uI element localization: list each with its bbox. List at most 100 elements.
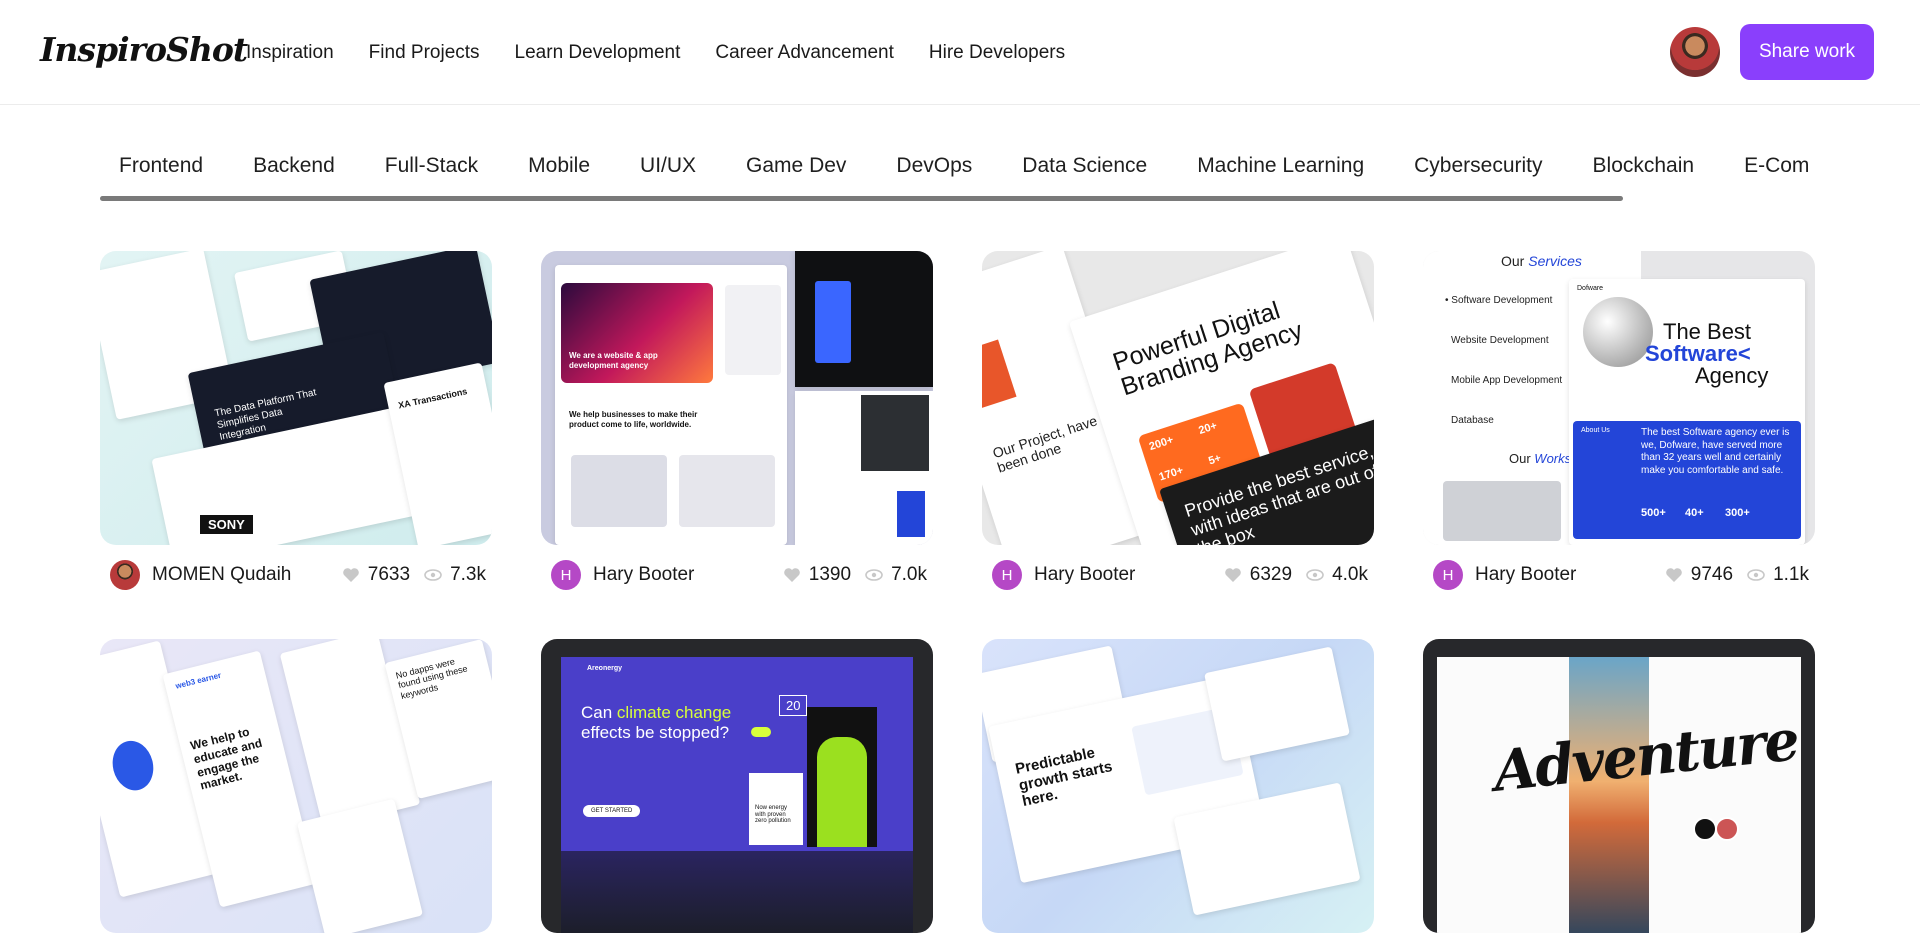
category-scrollbar[interactable] <box>100 196 1623 201</box>
eye-icon <box>1747 569 1765 581</box>
category-devops[interactable]: DevOps <box>896 150 972 178</box>
shot-thumbnail[interactable]: Predictable growth starts here. <box>982 639 1374 933</box>
shot-card[interactable]: Our Project, have been done Powerful Dig… <box>982 251 1374 590</box>
preview-image <box>1583 297 1653 367</box>
thumb-headline: We help to educate and engage the market… <box>188 724 264 793</box>
author-name[interactable]: Hary Booter <box>1475 564 1651 586</box>
category-data-science[interactable]: Data Science <box>1022 150 1147 178</box>
stat-value: 170+ <box>1157 464 1185 484</box>
likes-stat[interactable]: 9746 <box>1665 564 1733 586</box>
views-stat: 7.0k <box>865 564 927 586</box>
thumb-right-text: No dapps were found using these keywords <box>394 656 469 701</box>
works-heading: Our Works <box>1509 451 1572 466</box>
thumb-headline-2: Software< <box>1645 341 1751 366</box>
menu-item: • Software Development <box>1445 295 1553 306</box>
shot-thumbnail[interactable]: We are a website & app development agenc… <box>541 251 933 545</box>
menu-item: Database <box>1451 415 1494 426</box>
heart-icon <box>783 568 800 582</box>
views-stat: 4.0k <box>1306 564 1368 586</box>
thumb-brand: Areonergy <box>587 665 623 672</box>
shot-card[interactable]: Adventure <box>1423 639 1815 933</box>
top-header: InspiroShot Inspiration Find Projects Le… <box>0 0 1920 105</box>
author-name[interactable]: Hary Booter <box>593 564 769 586</box>
about-text: The best Software agency ever is we, Dof… <box>1641 427 1790 476</box>
likes-count: 9746 <box>1690 564 1734 585</box>
author-avatar[interactable]: H <box>1433 560 1463 590</box>
nav-inspiration[interactable]: Inspiration <box>246 42 334 64</box>
views-count: 4.0k <box>1332 564 1368 585</box>
preview-panel <box>795 391 933 545</box>
views-count: 7.3k <box>450 564 486 585</box>
user-avatar[interactable] <box>1670 27 1720 77</box>
get-started-button: GET STARTED <box>583 805 641 817</box>
category-mobile[interactable]: Mobile <box>528 150 590 178</box>
person-figure <box>817 737 867 847</box>
main-nav: Inspiration Find Projects Learn Developm… <box>246 42 1100 64</box>
shot-meta: H Hary Booter 6329 4.0k <box>992 559 1368 591</box>
nav-find-projects[interactable]: Find Projects <box>369 42 480 64</box>
nav-career-advancement[interactable]: Career Advancement <box>715 42 894 64</box>
author-avatar[interactable]: H <box>992 560 1022 590</box>
nav-hire-developers[interactable]: Hire Developers <box>929 42 1065 64</box>
nav-learn-development[interactable]: Learn Development <box>515 42 681 64</box>
category-blockchain[interactable]: Blockchain <box>1593 150 1695 178</box>
category-backend[interactable]: Backend <box>253 150 335 178</box>
thumb-headline-3: Agency <box>1695 363 1769 388</box>
category-e-com[interactable]: E-Com <box>1744 150 1809 178</box>
logo[interactable]: InspiroShot <box>40 30 248 69</box>
info-card: Now energy with proven zero pollution <box>749 773 803 845</box>
shot-card[interactable]: The Data Platform That Simplifies Data I… <box>100 251 492 590</box>
category-frontend[interactable]: Frontend <box>119 150 203 178</box>
likes-count: 1390 <box>808 564 852 585</box>
menu-item: Mobile App Development <box>1451 375 1563 386</box>
category-cybersecurity[interactable]: Cybersecurity <box>1414 150 1542 178</box>
thumb-headline: We are a website & app development agenc… <box>569 351 658 370</box>
preview-panel <box>571 455 667 527</box>
thumb-headline: Can climate change effects be stopped? <box>581 703 732 742</box>
author-name[interactable]: MOMEN Qudaih <box>152 564 328 586</box>
category-machine-learning[interactable]: Machine Learning <box>1197 150 1364 178</box>
shot-card[interactable]: Predictable growth starts here. <box>982 639 1374 933</box>
shot-card[interactable]: Our Services • Software Development Webs… <box>1423 251 1815 590</box>
shot-thumbnail[interactable]: Areonergy Can climate change effects be … <box>541 639 933 933</box>
shot-thumbnail[interactable]: web3 earner We help to educate and engag… <box>100 639 492 933</box>
shot-thumbnail[interactable]: Our Project, have been done Powerful Dig… <box>982 251 1374 545</box>
preview-panel <box>815 281 851 363</box>
hero-section: Adventure <box>1437 657 1801 933</box>
shot-card[interactable]: We are a website & app development agenc… <box>541 251 933 590</box>
stat-value: 40+ <box>1685 507 1704 519</box>
preview-panel: We are a website & app development agenc… <box>555 265 787 545</box>
share-work-button[interactable]: Share work <box>1740 24 1874 80</box>
shot-thumbnail[interactable]: The Data Platform That Simplifies Data I… <box>100 251 492 545</box>
thumb-subheadline: We help businesses to make their product… <box>569 410 698 429</box>
preview-panel <box>725 285 781 375</box>
stat-value: 20+ <box>1197 419 1219 438</box>
likes-stat[interactable]: 6329 <box>1224 564 1292 586</box>
illustration <box>107 736 159 795</box>
likes-stat[interactable]: 7633 <box>342 564 410 586</box>
shot-card[interactable]: Areonergy Can climate change effects be … <box>541 639 933 933</box>
eye-icon <box>865 569 883 581</box>
heart-icon <box>1665 568 1682 582</box>
category-ui-ux[interactable]: UI/UX <box>640 150 696 178</box>
shot-meta: H Hary Booter 9746 1.1k <box>1433 559 1809 591</box>
views-stat: 1.1k <box>1747 564 1809 586</box>
category-game-dev[interactable]: Game Dev <box>746 150 846 178</box>
stat-value: 200+ <box>1147 434 1175 454</box>
heart-icon <box>342 568 359 582</box>
stat-value: 500+ <box>1641 507 1666 519</box>
shot-meta: H Hary Booter 1390 7.0k <box>551 559 927 591</box>
stat-value: 5+ <box>1207 452 1223 468</box>
author-avatar[interactable] <box>110 560 140 590</box>
likes-stat[interactable]: 1390 <box>783 564 851 586</box>
shot-thumbnail[interactable]: Adventure <box>1423 639 1815 933</box>
views-stat: 7.3k <box>424 564 486 586</box>
author-avatar[interactable]: H <box>551 560 581 590</box>
services-heading: Our Services <box>1501 253 1582 269</box>
hero-photo <box>807 707 877 847</box>
shot-card[interactable]: web3 earner We help to educate and engag… <box>100 639 492 933</box>
category-full-stack[interactable]: Full-Stack <box>385 150 478 178</box>
eye-icon <box>1306 569 1324 581</box>
shot-thumbnail[interactable]: Our Services • Software Development Webs… <box>1423 251 1815 545</box>
author-name[interactable]: Hary Booter <box>1034 564 1210 586</box>
